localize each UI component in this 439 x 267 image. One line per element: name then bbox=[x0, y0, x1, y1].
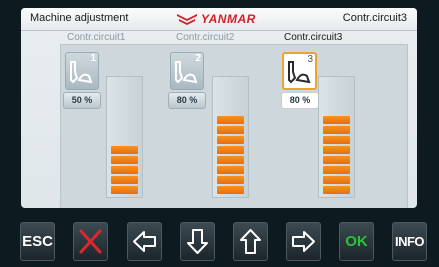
arrow-down-icon bbox=[187, 229, 208, 254]
header-bar: Machine adjustment YANMAR Contr.circuit3 bbox=[21, 8, 417, 31]
level-segment bbox=[111, 156, 138, 164]
level-segment bbox=[323, 166, 350, 174]
level-segment bbox=[323, 116, 350, 124]
yanmar-logo-icon bbox=[177, 14, 197, 25]
circuit-1-button[interactable]: 1 bbox=[65, 52, 99, 90]
circuit-2-flow-bar bbox=[212, 76, 249, 198]
ok-button[interactable]: OK bbox=[339, 222, 374, 261]
circuit-label-1: Contr.circuit1 bbox=[67, 32, 126, 43]
circuit-3-percent: 80 % bbox=[281, 92, 319, 109]
brand-name: YANMAR bbox=[201, 12, 256, 26]
level-segment bbox=[217, 166, 244, 174]
circuit-label-2: Contr.circuit2 bbox=[176, 32, 235, 43]
page-title: Machine adjustment bbox=[30, 12, 129, 24]
level-segment bbox=[323, 186, 350, 194]
circuit-2-button[interactable]: 2 bbox=[170, 52, 204, 90]
level-segment bbox=[323, 156, 350, 164]
level-segment bbox=[323, 146, 350, 154]
softkey-bar: ESC OK INFO bbox=[0, 216, 439, 267]
level-segment bbox=[217, 156, 244, 164]
esc-button[interactable]: ESC bbox=[20, 222, 55, 261]
level-segment bbox=[217, 126, 244, 134]
arrow-left-icon bbox=[133, 231, 156, 252]
hydraulic-tool-icon bbox=[70, 61, 93, 84]
cancel-button[interactable] bbox=[73, 222, 108, 261]
arrow-right-icon bbox=[292, 231, 315, 252]
up-arrow-button[interactable] bbox=[233, 222, 268, 261]
level-segment bbox=[217, 136, 244, 144]
level-segment bbox=[217, 116, 244, 124]
level-segment bbox=[323, 176, 350, 184]
x-icon bbox=[79, 229, 102, 254]
ok-label: OK bbox=[345, 233, 368, 250]
circuit-3-flow-bar bbox=[318, 76, 355, 198]
circuit-2-percent: 80 % bbox=[168, 92, 206, 109]
circuit-3-button[interactable]: 3 bbox=[282, 52, 317, 90]
level-segment bbox=[323, 136, 350, 144]
right-arrow-button[interactable] bbox=[286, 222, 321, 261]
hydraulic-tool-icon bbox=[288, 61, 311, 84]
level-segment bbox=[111, 186, 138, 194]
circuit-1-percent: 50 % bbox=[63, 92, 101, 109]
level-segment bbox=[111, 166, 138, 174]
esc-label: ESC bbox=[22, 233, 53, 250]
info-label: INFO bbox=[394, 234, 425, 249]
level-segment bbox=[217, 146, 244, 154]
info-button[interactable]: INFO bbox=[392, 222, 427, 261]
arrow-up-icon bbox=[240, 229, 261, 254]
yanmar-logo: YANMAR bbox=[177, 11, 256, 27]
current-circuit-title: Contr.circuit3 bbox=[342, 12, 407, 24]
hydraulic-tool-icon bbox=[175, 61, 198, 84]
display-screen: Machine adjustment YANMAR Contr.circuit3… bbox=[21, 8, 417, 208]
circuit-1-flow-bar bbox=[106, 76, 143, 198]
level-segment bbox=[111, 146, 138, 154]
level-segment bbox=[217, 186, 244, 194]
left-arrow-button[interactable] bbox=[127, 222, 162, 261]
level-segment bbox=[111, 176, 138, 184]
circuit-panel: Contr.circuit1 1 50 % Contr.circuit2 2 8… bbox=[60, 32, 408, 208]
circuit-label-3: Contr.circuit3 bbox=[284, 32, 343, 43]
level-segment bbox=[323, 126, 350, 134]
level-segment bbox=[217, 176, 244, 184]
down-arrow-button[interactable] bbox=[180, 222, 215, 261]
